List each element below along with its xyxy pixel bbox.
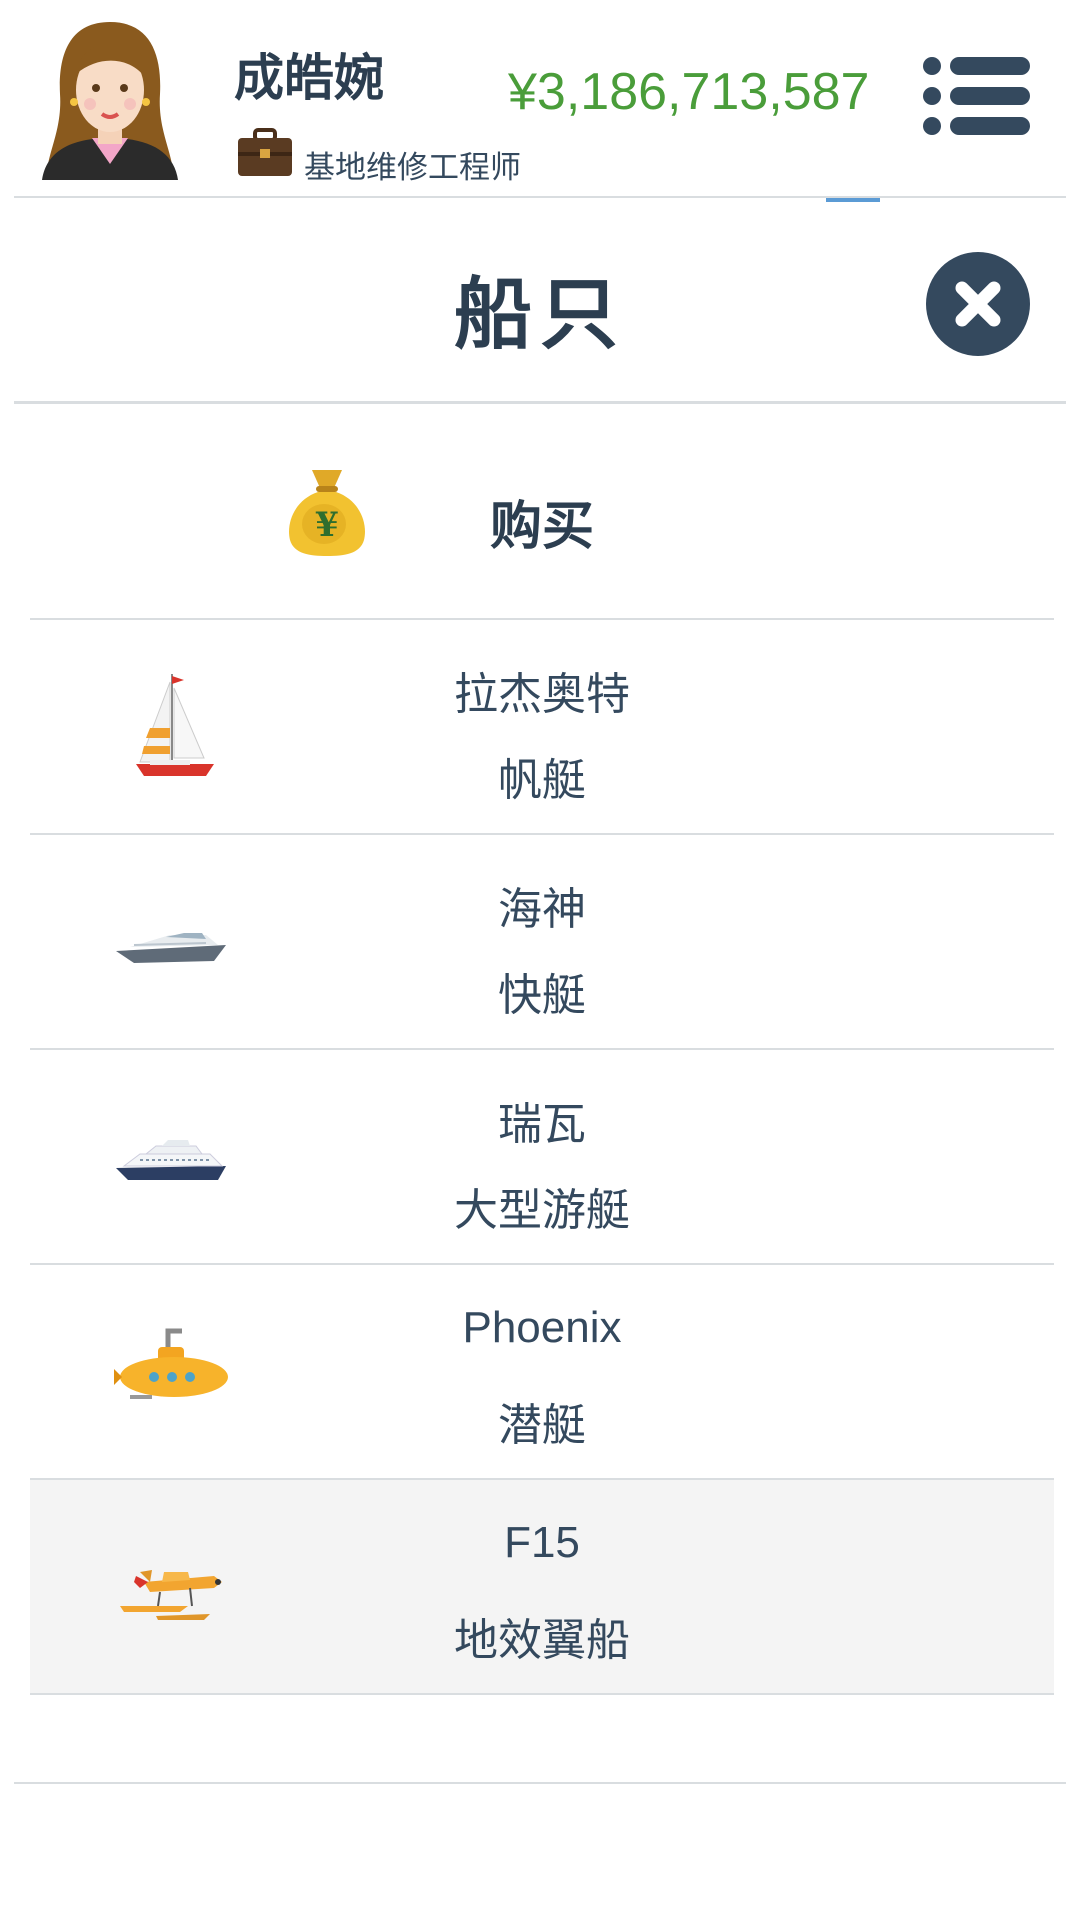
buy-label: 购买 bbox=[490, 496, 595, 557]
job-title: 基地维修工程师 bbox=[304, 150, 521, 186]
header-bar: 成皓婉 基地维修工程师 ¥3,186,713,587 bbox=[0, 0, 1080, 198]
boat-name: 海神 bbox=[498, 884, 586, 935]
money-bag-icon: ¥ bbox=[289, 470, 365, 556]
briefcase-icon bbox=[238, 128, 292, 176]
player-name: 成皓婉 bbox=[234, 48, 384, 107]
boat-name: Phoenix bbox=[462, 1303, 622, 1352]
title-row: 船只 bbox=[0, 200, 1080, 400]
footer-divider bbox=[14, 1782, 1066, 1784]
list-item-seaplane[interactable]: F15 地效翼船 bbox=[30, 1478, 1054, 1695]
boat-name: 瑞瓦 bbox=[498, 1099, 586, 1150]
money-balance: ¥3,186,713,587 bbox=[508, 63, 870, 121]
close-button[interactable] bbox=[926, 252, 1030, 356]
svg-text:¥: ¥ bbox=[315, 505, 339, 545]
list-item-speedboat[interactable]: 海神 快艇 bbox=[30, 833, 1054, 1048]
list-item-submarine[interactable]: Phoenix 潜艇 bbox=[30, 1263, 1054, 1478]
buy-button[interactable]: ¥ 购买 bbox=[30, 404, 1054, 618]
list-item-yacht[interactable]: 瑞瓦 大型游艇 bbox=[30, 1048, 1054, 1263]
list-menu-icon[interactable] bbox=[920, 54, 1030, 138]
list-item-sailboat[interactable]: 拉杰奥特 帆艇 bbox=[30, 618, 1054, 833]
header-divider bbox=[14, 196, 1066, 198]
boat-name: F15 bbox=[504, 1518, 580, 1567]
boat-type: 快艇 bbox=[498, 970, 586, 1021]
boat-type: 地效翼船 bbox=[454, 1615, 630, 1666]
boat-type: 潜艇 bbox=[498, 1400, 586, 1451]
boat-name: 拉杰奥特 bbox=[454, 669, 630, 720]
boat-type: 帆艇 bbox=[498, 755, 586, 806]
page-title: 船只 bbox=[453, 269, 626, 360]
boat-type: 大型游艇 bbox=[454, 1185, 630, 1236]
boat-list: 拉杰奥特 帆艇 海神 快艇 瑞瓦 大型游艇 Phoenix 潜艇 F15 地效翼… bbox=[30, 618, 1054, 1695]
avatar[interactable] bbox=[40, 14, 180, 180]
close-icon bbox=[955, 281, 1001, 327]
